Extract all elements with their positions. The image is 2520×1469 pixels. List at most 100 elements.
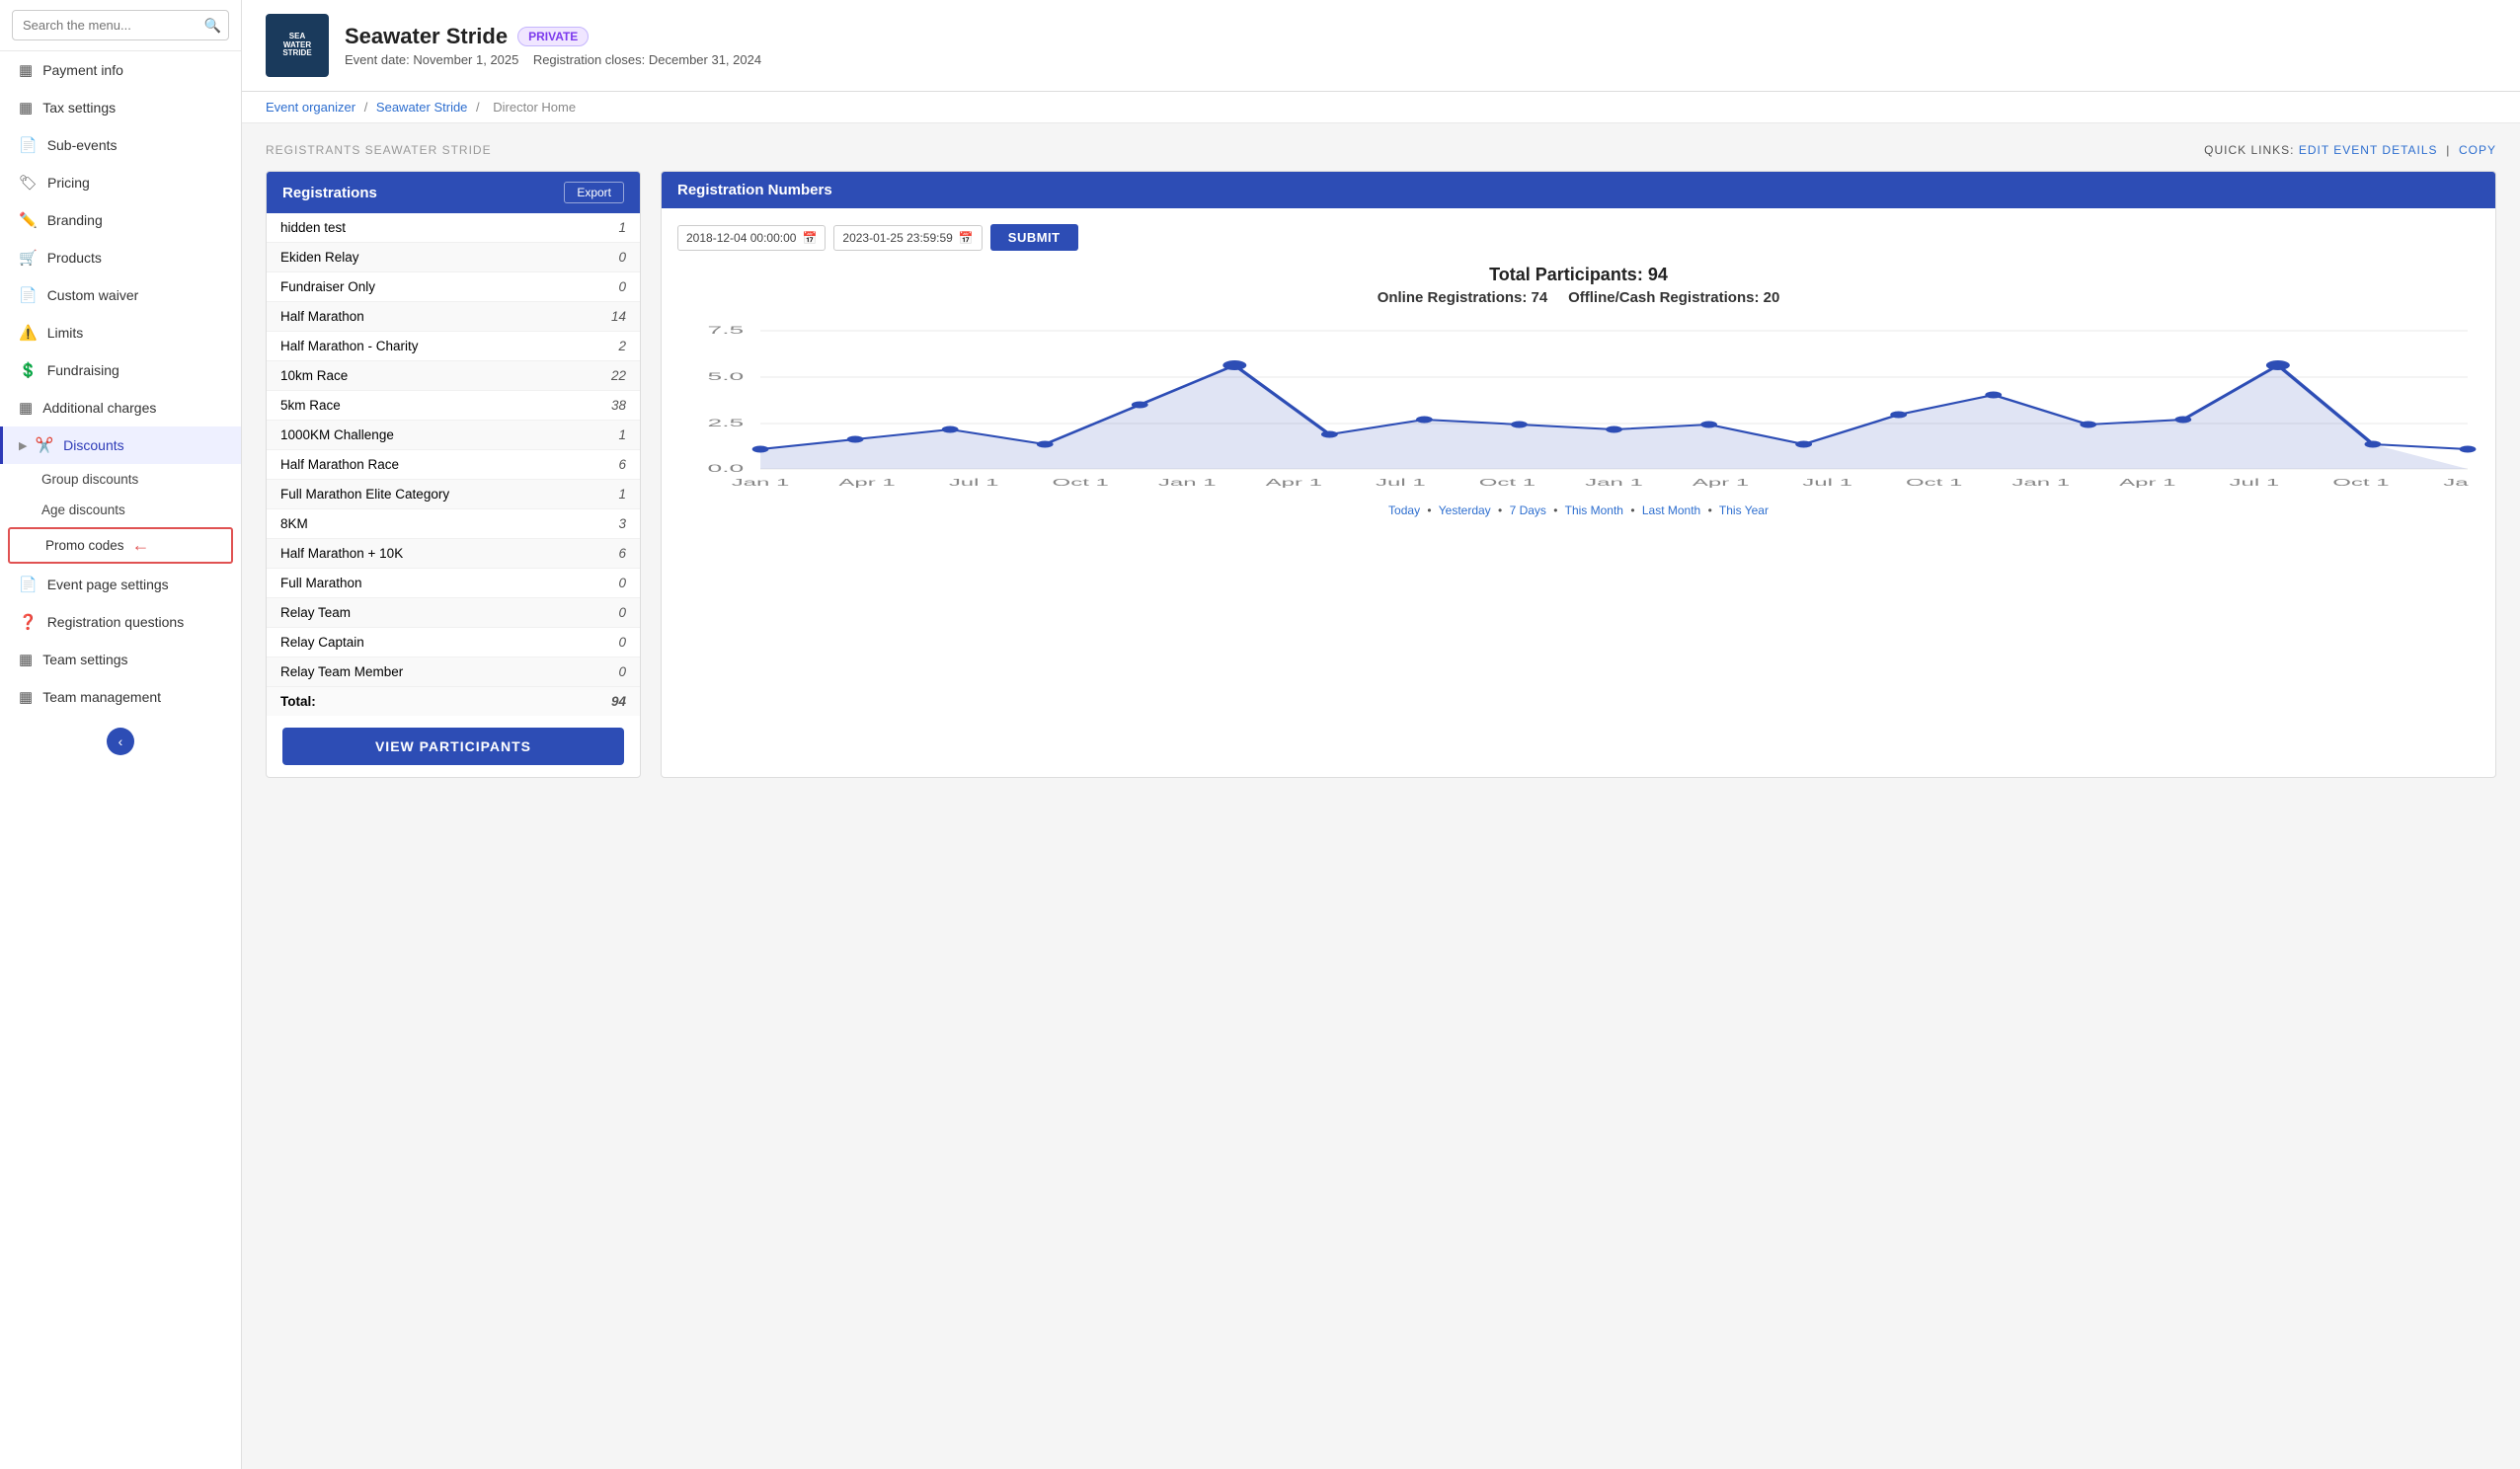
waiver-icon: 📄 bbox=[19, 286, 38, 304]
sidebar-item-pricing[interactable]: 🏷 Pricing bbox=[0, 164, 241, 201]
breadcrumb-sep2: / bbox=[476, 100, 483, 115]
registrations-card: Registrations Export hidden test1Ekiden … bbox=[266, 171, 641, 778]
sidebar-sub-promo-codes[interactable]: Promo codes ← bbox=[8, 527, 233, 564]
filter-7days[interactable]: 7 Days bbox=[1510, 503, 1546, 517]
sidebar-item-team-management[interactable]: ▦ Team management bbox=[0, 678, 241, 720]
sidebar-item-sub-events[interactable]: 📄 Sub-events bbox=[0, 126, 241, 164]
logo-text: SEAWATERSTRIDE bbox=[282, 33, 311, 58]
search-box[interactable]: 🔍 bbox=[0, 0, 241, 51]
team-settings-icon: ▦ bbox=[19, 651, 33, 668]
calendar-from-icon[interactable]: 📅 bbox=[802, 231, 817, 245]
sidebar-label-sub-events: Sub-events bbox=[47, 137, 118, 153]
stats-row: Total Participants: 94 Online Registrati… bbox=[677, 265, 2480, 306]
promo-codes-arrow: ← bbox=[132, 535, 150, 556]
sidebar-item-registration-questions[interactable]: ❓ Registration questions bbox=[0, 603, 241, 641]
svg-text:Oct 1: Oct 1 bbox=[1053, 477, 1109, 488]
view-participants-button[interactable]: VIEW PARTICIPANTS bbox=[282, 728, 624, 765]
copy-link[interactable]: Copy bbox=[2459, 143, 2496, 157]
date-from-value: 2018-12-04 00:00:00 bbox=[686, 231, 796, 245]
reg-name: Half Marathon bbox=[267, 302, 574, 332]
filter-last-month[interactable]: Last Month bbox=[1642, 503, 1700, 517]
sep1: • bbox=[1427, 503, 1431, 517]
table-row: 5km Race38 bbox=[267, 391, 640, 421]
table-row: Half Marathon - Charity2 bbox=[267, 332, 640, 361]
reg-name: Relay Team Member bbox=[267, 657, 574, 687]
svg-text:Apr 1: Apr 1 bbox=[1266, 477, 1322, 488]
submit-button[interactable]: SUBMIT bbox=[990, 224, 1078, 251]
sidebar-item-branding[interactable]: ✏️ Branding bbox=[0, 201, 241, 239]
export-button[interactable]: Export bbox=[564, 182, 624, 203]
discounts-icon: ✂️ bbox=[35, 436, 53, 454]
svg-text:Jul 1: Jul 1 bbox=[949, 477, 999, 488]
section-title: REGISTRANTS SEAWATER STRIDE bbox=[266, 143, 492, 157]
table-row: Full Marathon0 bbox=[267, 569, 640, 598]
sidebar-collapse-button[interactable]: ‹ bbox=[107, 728, 134, 755]
reg-count: 0 bbox=[574, 272, 640, 302]
sidebar-item-payment-info[interactable]: ▦ Payment info bbox=[0, 51, 241, 89]
reg-count: 0 bbox=[574, 598, 640, 628]
reg-name: 5km Race bbox=[267, 391, 574, 421]
date-from-input[interactable]: 2018-12-04 00:00:00 📅 bbox=[677, 225, 826, 251]
sidebar-item-event-page-settings[interactable]: 📄 Event page settings bbox=[0, 566, 241, 603]
event-title: Seawater Stride PRIVATE bbox=[345, 24, 761, 49]
table-row: 1000KM Challenge1 bbox=[267, 421, 640, 450]
search-input[interactable] bbox=[12, 10, 229, 40]
sidebar-item-tax-settings[interactable]: ▦ Tax settings bbox=[0, 89, 241, 126]
table-row: Total:94 bbox=[267, 687, 640, 717]
date-controls: 2018-12-04 00:00:00 📅 2023-01-25 23:59:5… bbox=[677, 224, 2480, 251]
table-row: Half Marathon14 bbox=[267, 302, 640, 332]
private-badge: PRIVATE bbox=[517, 27, 589, 46]
main-content: SEAWATERSTRIDE Seawater Stride PRIVATE E… bbox=[242, 0, 2520, 1469]
registrations-card-header: Registrations Export bbox=[267, 172, 640, 213]
sidebar-item-team-settings[interactable]: ▦ Team settings bbox=[0, 641, 241, 678]
sidebar-item-discounts[interactable]: ▶ ✂️ Discounts bbox=[0, 426, 241, 464]
filter-this-year[interactable]: This Year bbox=[1719, 503, 1769, 517]
sidebar-item-products[interactable]: 🛒 Products bbox=[0, 239, 241, 276]
online-value: 74 bbox=[1532, 289, 1548, 306]
filter-yesterday[interactable]: Yesterday bbox=[1439, 503, 1491, 517]
additional-charges-icon: ▦ bbox=[19, 399, 33, 417]
content-area: REGISTRANTS SEAWATER STRIDE QUICK LINKS:… bbox=[242, 123, 2520, 798]
reg-name: 1000KM Challenge bbox=[267, 421, 574, 450]
sep4: • bbox=[1630, 503, 1634, 517]
breadcrumb-seawater-stride[interactable]: Seawater Stride bbox=[376, 100, 468, 115]
fundraising-icon: 💲 bbox=[19, 361, 38, 379]
table-row: Relay Team Member0 bbox=[267, 657, 640, 687]
reg-count: 1 bbox=[574, 421, 640, 450]
calendar-to-icon[interactable]: 📅 bbox=[959, 231, 974, 245]
offline-value: 20 bbox=[1764, 289, 1780, 306]
reg-name: 10km Race bbox=[267, 361, 574, 391]
svg-text:Oct 1: Oct 1 bbox=[2332, 477, 2389, 488]
event-date-label: Event date: bbox=[345, 52, 410, 67]
search-icon: 🔍 bbox=[204, 17, 221, 34]
reg-name: Total: bbox=[267, 687, 574, 717]
date-to-input[interactable]: 2023-01-25 23:59:59 📅 bbox=[833, 225, 982, 251]
sidebar-sub-age-discounts[interactable]: Age discounts bbox=[0, 495, 241, 525]
sidebar-item-additional-charges[interactable]: ▦ Additional charges bbox=[0, 389, 241, 426]
sidebar-item-custom-waiver[interactable]: 📄 Custom waiver bbox=[0, 276, 241, 314]
registration-numbers-card: Registration Numbers 2018-12-04 00:00:00… bbox=[661, 171, 2496, 778]
sub-events-icon: 📄 bbox=[19, 136, 38, 154]
sidebar-label-payment-info: Payment info bbox=[42, 62, 123, 78]
reg-count: 14 bbox=[574, 302, 640, 332]
sidebar-item-fundraising[interactable]: 💲 Fundraising bbox=[0, 351, 241, 389]
sep3: • bbox=[1553, 503, 1557, 517]
branding-icon: ✏️ bbox=[19, 211, 38, 229]
quick-links-label: QUICK LINKS: bbox=[2204, 143, 2294, 157]
filter-today[interactable]: Today bbox=[1388, 503, 1420, 517]
promo-codes-label: Promo codes bbox=[45, 538, 124, 553]
reg-name: Relay Captain bbox=[267, 628, 574, 657]
table-row: hidden test1 bbox=[267, 213, 640, 243]
edit-event-details-link[interactable]: Edit Event Details bbox=[2299, 143, 2438, 157]
sidebar-sub-group-discounts[interactable]: Group discounts bbox=[0, 464, 241, 495]
svg-text:5.0: 5.0 bbox=[708, 371, 745, 383]
payment-icon: ▦ bbox=[19, 61, 33, 79]
event-info: Seawater Stride PRIVATE Event date: Nove… bbox=[345, 24, 761, 67]
sidebar-label-team-management: Team management bbox=[42, 689, 161, 705]
svg-text:7.5: 7.5 bbox=[708, 325, 745, 337]
filter-this-month[interactable]: This Month bbox=[1565, 503, 1623, 517]
sidebar: 🔍 ▦ Payment info ▦ Tax settings 📄 Sub-ev… bbox=[0, 0, 242, 1469]
reg-count: 0 bbox=[574, 657, 640, 687]
breadcrumb-event-organizer[interactable]: Event organizer bbox=[266, 100, 355, 115]
sidebar-item-limits[interactable]: ⚠️ Limits bbox=[0, 314, 241, 351]
